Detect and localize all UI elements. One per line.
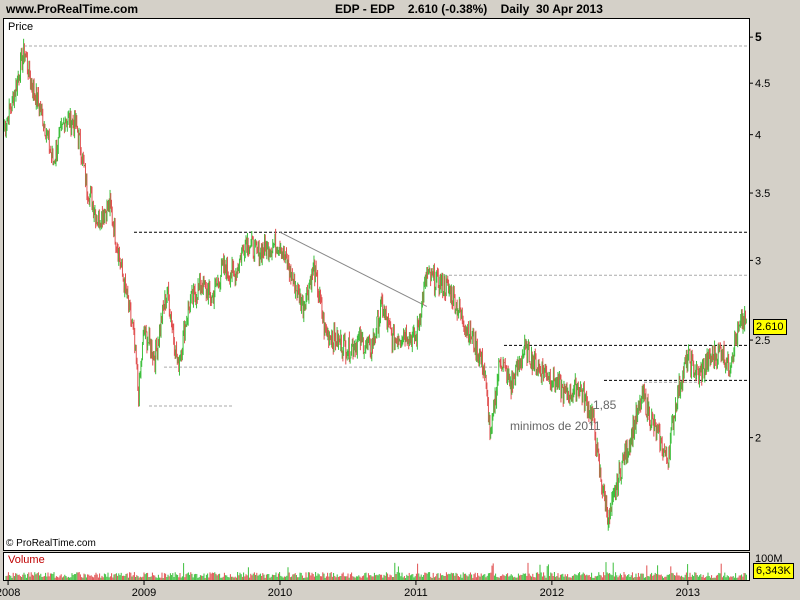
y-tick-label: 2 — [755, 433, 761, 445]
annotation-value: 1,85 — [593, 398, 617, 412]
y-tick-label: 2.5 — [755, 335, 770, 347]
y-tick-label: 4.5 — [755, 78, 770, 90]
x-tick-label: 2010 — [268, 587, 292, 599]
x-tick-label: 2008 — [0, 587, 20, 599]
x-tick-label: 2011 — [404, 587, 428, 599]
y-tick-label: 3 — [755, 255, 761, 267]
x-tick-label: 2009 — [132, 587, 156, 599]
x-tick-label: 2013 — [676, 587, 700, 599]
y-tick-label: 5 — [755, 30, 762, 44]
annotation-text: minimos de 2011 — [510, 419, 601, 433]
x-tick-label: 2012 — [540, 587, 564, 599]
copyright-text: © ProRealTime.com — [6, 538, 96, 549]
current-price-badge: 2.610 — [753, 319, 787, 335]
y-tick-label: 3.5 — [755, 188, 770, 200]
price-chart: 5 4.5 4 3.5 3 2.5 2 2008 2009 2010 2011 2012 2013 1,8… — [0, 30, 770, 599]
y-tick-label: 4 — [755, 130, 761, 142]
volume-value-badge: 6,343K — [753, 563, 794, 579]
